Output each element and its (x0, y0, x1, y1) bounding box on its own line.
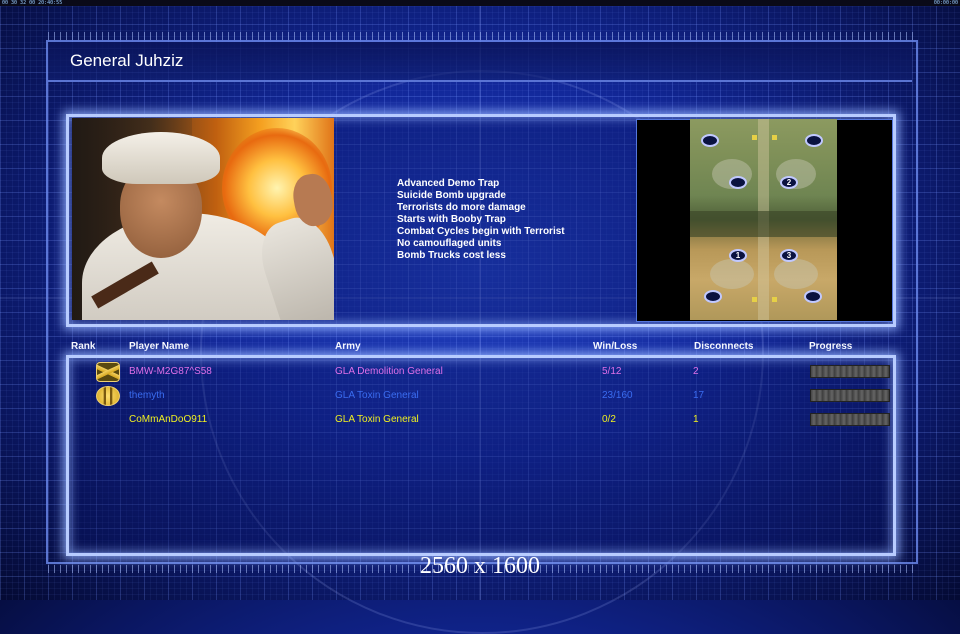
player-row[interactable]: themyth GLA Toxin General 23/160 17 (72, 385, 892, 407)
general-title: General Juhziz (70, 51, 184, 70)
top-status-right: 00:00:00 (933, 0, 958, 6)
map-terrain-patch (774, 259, 818, 289)
column-header-disconnects: Disconnects (694, 341, 754, 352)
player-army: GLA Toxin General (335, 414, 419, 425)
portrait-headscarf (102, 132, 220, 184)
top-status-bar: 00 30 32 00 20:40:55 00:00:00 (0, 0, 960, 6)
map-supply-crate (772, 135, 777, 140)
player-progress-bar (810, 389, 890, 402)
column-header-winloss: Win/Loss (593, 341, 638, 352)
player-winloss: 0/2 (602, 414, 616, 425)
player-disconnects: 17 (693, 390, 705, 401)
player-name: BMW-M2G87^S58 (129, 366, 212, 377)
trait-item: Terrorists do more damage (397, 202, 526, 213)
player-disconnects: 1 (693, 414, 699, 425)
title-bar: General Juhziz (48, 42, 912, 82)
column-header-progress: Progress (809, 341, 853, 352)
player-name: CoMmAnDoO911 (129, 414, 208, 425)
trait-item: Advanced Demo Trap (397, 178, 500, 189)
player-progress-bar (810, 365, 890, 378)
player-name: themyth (129, 390, 165, 401)
column-header-player: Player Name (129, 341, 190, 352)
trait-item: No camouflaged units (397, 238, 502, 249)
column-header-rank: Rank (71, 341, 96, 352)
map-preview: 2 1 3 (690, 119, 837, 320)
player-army: GLA Toxin General (335, 390, 419, 401)
top-status-left: 00 30 32 00 20:40:55 (2, 0, 63, 6)
map-spawn-label: 3 (786, 251, 792, 260)
column-header-army: Army (335, 341, 361, 352)
trait-item: Suicide Bomb upgrade (397, 190, 506, 201)
player-winloss: 23/160 (602, 390, 633, 401)
map-spawn-label: 2 (786, 178, 792, 187)
player-progress-bar (810, 413, 890, 426)
map-supply-crate (752, 135, 757, 140)
map-spawn-label: 1 (735, 251, 741, 260)
map-spawn-marker (729, 176, 747, 189)
map-spawn-marker (804, 290, 822, 303)
map-spawn-marker (704, 290, 722, 303)
map-supply-crate (752, 297, 757, 302)
trait-item: Bomb Trucks cost less (397, 250, 506, 261)
bars-rank-icon (96, 386, 120, 406)
map-spawn-marker: 1 (729, 249, 747, 262)
chevron-rank-icon (96, 362, 120, 382)
player-army: GLA Demolition General (335, 366, 443, 377)
top-ruler (48, 32, 916, 40)
map-spawn-marker (805, 134, 823, 147)
player-row[interactable]: BMW-M2G87^S58 GLA Demolition General 5/1… (72, 361, 892, 383)
map-terrain-patch (710, 259, 754, 289)
map-spawn-marker (701, 134, 719, 147)
player-disconnects: 2 (693, 366, 699, 377)
trait-item: Starts with Booby Trap (397, 214, 506, 225)
map-supply-crate (772, 297, 777, 302)
general-traits-list: Advanced Demo Trap Suicide Bomb upgrade … (397, 178, 565, 262)
map-forest-band (690, 211, 837, 237)
player-row[interactable]: CoMmAnDoO911 GLA Toxin General 0/2 1 (72, 409, 892, 431)
map-spawn-marker: 2 (780, 176, 798, 189)
map-spawn-marker: 3 (780, 249, 798, 262)
player-winloss: 5/12 (602, 366, 622, 377)
resolution-watermark: 2560 x 1600 (420, 553, 540, 579)
trait-item: Combat Cycles begin with Terrorist (397, 226, 565, 237)
general-portrait (72, 118, 334, 320)
